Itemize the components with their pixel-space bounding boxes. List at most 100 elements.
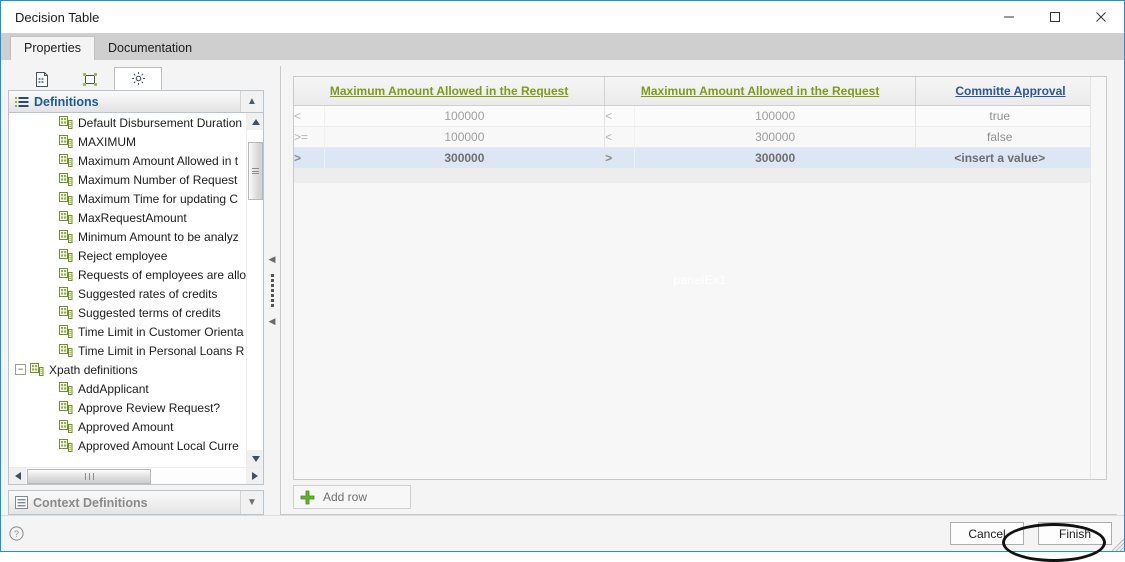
tab-documentation[interactable]: Documentation <box>95 36 205 60</box>
cell-value-1[interactable]: 100000 <box>324 105 606 127</box>
tree-item[interactable]: Default Disbursement Duration <box>9 113 263 132</box>
cell-operator-2[interactable]: > <box>604 147 636 169</box>
definitions-section-header[interactable]: Definitions ▲ <box>8 90 264 113</box>
tree-item[interactable]: Requests of employees are allo <box>9 265 263 284</box>
table-body: <100000<100000true✖>=100000<300000false✖… <box>294 105 1106 183</box>
add-row-button[interactable]: Add row <box>293 485 411 509</box>
tree-scroll-thumb[interactable] <box>248 142 263 200</box>
tree-item[interactable]: Maximum Amount Allowed in t <box>9 151 263 170</box>
list-icon <box>15 496 28 509</box>
panel-splitter[interactable]: ◀ ◀ <box>264 66 280 515</box>
cell-operator-1[interactable]: < <box>294 105 325 127</box>
left-panel-mini-tabs <box>8 66 264 90</box>
chevron-up-icon[interactable]: ▲ <box>240 91 263 112</box>
window-controls <box>986 1 1124 33</box>
scroll-left-arrow-icon[interactable] <box>9 467 26 484</box>
settings-tab[interactable] <box>114 67 162 90</box>
cell-value-1[interactable]: 100000 <box>324 126 606 148</box>
tab-properties[interactable]: Properties <box>10 36 95 61</box>
maximize-icon <box>1050 12 1060 22</box>
context-definitions-section-header[interactable]: Context Definitions ▼ <box>8 490 264 515</box>
tree-item[interactable]: Approve Review Request? <box>9 398 263 417</box>
help-icon[interactable]: ? <box>9 526 24 541</box>
table-row[interactable]: <100000<100000true✖ <box>294 105 1106 127</box>
definition-icon <box>59 116 73 129</box>
cell-result[interactable]: false <box>915 126 1084 148</box>
close-button[interactable] <box>1078 1 1124 33</box>
table-filler-row <box>294 168 1106 183</box>
tree-expander-icon[interactable]: − <box>15 364 26 375</box>
scroll-right-arrow-icon[interactable] <box>246 467 263 484</box>
definitions-tree[interactable]: Default Disbursement Duration MAXIMUM Maxi… <box>9 113 263 467</box>
tree-vertical-scrollbar[interactable] <box>246 113 263 467</box>
scroll-down-arrow-icon[interactable] <box>247 450 263 467</box>
tree-item[interactable]: Maximum Time for updating C <box>9 189 263 208</box>
tree-item[interactable]: Time Limit in Customer Orienta <box>9 322 263 341</box>
tree-item[interactable]: Maximum Number of Request <box>9 170 263 189</box>
tree-horizontal-scrollbar[interactable] <box>9 467 263 484</box>
list-icon <box>15 96 29 108</box>
definitions-tree-box: Default Disbursement Duration MAXIMUM Maxi… <box>8 113 264 485</box>
tree-item-label: MaxRequestAmount <box>78 210 187 225</box>
cell-value-2[interactable]: 300000 <box>634 126 916 148</box>
tree-item[interactable]: MaxRequestAmount <box>9 208 263 227</box>
tree-item-label: Xpath definitions <box>49 362 138 377</box>
definition-icon <box>59 420 73 433</box>
definition-icon <box>59 439 73 452</box>
column-header-condition-2[interactable]: Maximum Amount Allowed in the Request <box>604 77 916 106</box>
tree-item[interactable]: Reject employee <box>9 246 263 265</box>
tree-item-label: Approve Review Request? <box>78 400 221 415</box>
table-row[interactable]: >300000>300000<insert a value>✖ <box>294 147 1106 169</box>
maximize-button[interactable] <box>1032 1 1078 33</box>
definition-icon <box>59 401 73 414</box>
column-header-conclusion[interactable]: Committe Approval <box>915 77 1106 106</box>
cell-operator-2[interactable]: < <box>604 126 636 148</box>
resize-grip[interactable] <box>1108 537 1124 551</box>
footer-buttons: Cancel Finish <box>950 522 1112 562</box>
tree-item-label: Maximum Time for updating C <box>78 191 239 206</box>
cancel-button[interactable]: Cancel <box>950 522 1024 545</box>
tree-item[interactable]: AddApplicant <box>9 379 263 398</box>
dialog-footer: ? Cancel Finish <box>1 515 1124 562</box>
cell-value-2[interactable]: 100000 <box>634 105 916 127</box>
window-title: Decision Table <box>15 9 100 25</box>
definition-icon <box>59 287 73 300</box>
definition-icon <box>59 382 73 395</box>
definition-icon <box>59 192 73 205</box>
cell-value-2[interactable]: 300000 <box>634 147 916 169</box>
tree-item[interactable]: − Xpath definitions <box>9 360 263 379</box>
minimize-button[interactable] <box>986 1 1032 33</box>
tree-item[interactable]: Approved Amount <box>9 417 263 436</box>
tree-item[interactable]: Time Limit in Personal Loans R <box>9 341 263 360</box>
tree-item[interactable]: Minimum Amount to be analyz <box>9 227 263 246</box>
cell-operator-1[interactable]: > <box>294 147 325 169</box>
tree-item-label: Default Disbursement Duration <box>78 115 243 130</box>
cell-operator-2[interactable]: < <box>604 105 636 127</box>
add-row-label: Add row <box>323 490 368 504</box>
tree-hscroll-thumb[interactable] <box>27 468 151 484</box>
tree-item[interactable]: Suggested rates of credits <box>9 284 263 303</box>
cell-value-1[interactable]: 300000 <box>324 147 606 169</box>
chevron-down-icon[interactable]: ▼ <box>240 491 263 514</box>
finish-button[interactable]: Finish <box>1038 522 1112 545</box>
collapse-left-arrow-icon[interactable]: ◀ <box>269 255 276 264</box>
tree-item[interactable]: MAXIMUM <box>9 132 263 151</box>
cell-operator-1[interactable]: >= <box>294 126 325 148</box>
cell-result[interactable]: true <box>915 105 1084 127</box>
diagram-tab[interactable] <box>66 68 114 90</box>
decision-table-window: Decision Table Properties Documentation … <box>0 0 1125 562</box>
definition-icon <box>59 268 73 281</box>
document-tab[interactable] <box>18 68 66 90</box>
diagram-icon <box>83 72 97 86</box>
cell-result[interactable]: <insert a value> <box>915 147 1084 169</box>
tree-item-label: AddApplicant <box>78 381 149 396</box>
scroll-up-arrow-icon[interactable] <box>247 113 263 130</box>
tree-item[interactable]: Suggested terms of credits <box>9 303 263 322</box>
tree-item[interactable]: Approved Amount Local Curre <box>9 436 263 455</box>
collapse-left-arrow-icon-2[interactable]: ◀ <box>269 317 276 326</box>
definition-icon <box>59 230 73 243</box>
tree-item-label: Requests of employees are allo <box>78 267 247 282</box>
column-header-condition-1[interactable]: Maximum Amount Allowed in the Request <box>294 77 606 106</box>
grid-scroll-gutter[interactable] <box>1090 77 1106 479</box>
table-row[interactable]: >=100000<300000false✖ <box>294 126 1106 148</box>
